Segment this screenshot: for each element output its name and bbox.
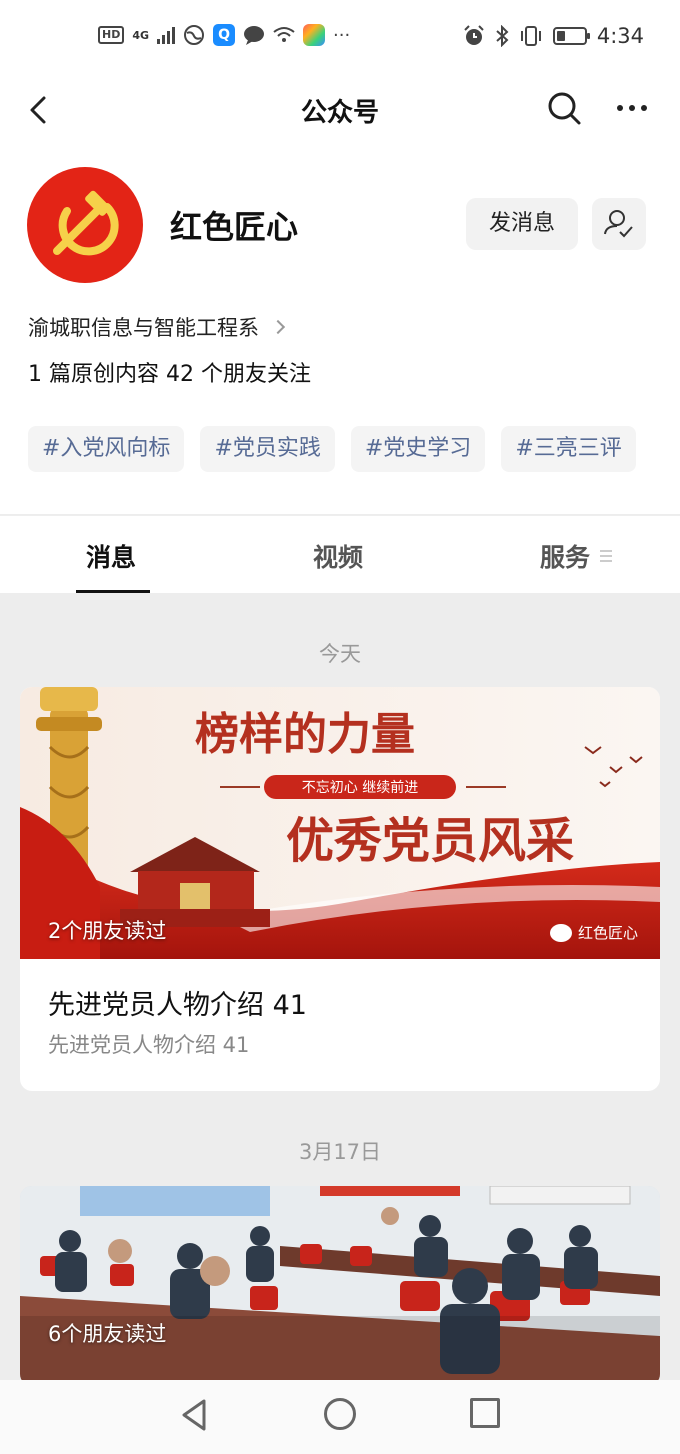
status-right: 4:34 [463, 24, 644, 48]
cover-watermark: 红色匠心 [549, 922, 638, 943]
account-stats: 1 篇原创内容 42 个朋友关注 [28, 362, 311, 387]
system-nav-bar [0, 1380, 680, 1454]
topic-tag[interactable]: #三亮三评 [501, 426, 636, 472]
cover-subtitle: 优秀党员风采 [286, 813, 574, 869]
wifi-icon [273, 27, 295, 42]
article-cover-image: 不忘初心 继续前进 榜样的力量 优秀党员风采 2个朋友读过 红色匠心 [20, 687, 660, 959]
clock: 4:34 [596, 24, 644, 48]
user-check-icon [604, 210, 633, 238]
tab-videos[interactable]: 视频 [313, 538, 363, 574]
vibrate-icon [520, 26, 541, 46]
tab-services[interactable]: 服务 [540, 538, 590, 574]
system-recents-icon[interactable] [470, 1398, 500, 1428]
browser-app-icon: Q [213, 24, 236, 46]
account-profile: 红色匠心 发消息 渝城职信息与智能工程系 1 篇原创内容 42 个朋友关注 #入… [0, 140, 680, 514]
date-separator: 今天 [319, 642, 361, 666]
avatar[interactable] [27, 167, 143, 283]
send-message-button[interactable]: 发消息 [466, 198, 578, 250]
wechat-icon [549, 923, 572, 942]
meeting-photo [20, 1186, 660, 1386]
article-card[interactable]: 6个朋友读过 [20, 1186, 660, 1386]
cover-title: 榜样的力量 [195, 709, 415, 760]
organization-link[interactable]: 渝城职信息与智能工程系 [28, 312, 286, 342]
signal-icon [157, 26, 176, 44]
cover-slogan: 不忘初心 继续前进 [302, 779, 418, 796]
topic-tag[interactable]: #入党风向标 [28, 426, 185, 472]
topic-tag[interactable]: #党史学习 [350, 426, 486, 472]
content-tabs: 消息 视频 服务 [0, 515, 680, 593]
chevron-right-icon [270, 319, 286, 335]
bluetooth-icon [496, 25, 509, 47]
hd-indicator: HD [98, 26, 125, 44]
topic-tags: #入党风向标 #党员实践 #党史学习 #三亮三评 [28, 426, 636, 472]
search-icon[interactable] [544, 88, 584, 128]
network-type: 4G [132, 28, 150, 42]
follow-button[interactable] [592, 198, 646, 250]
system-back-icon[interactable] [180, 1398, 210, 1432]
nav-bar: 公众号 [0, 80, 680, 140]
organization-name: 渝城职信息与智能工程系 [28, 316, 259, 340]
battery-icon [552, 27, 590, 45]
article-title: 先进党员人物介绍 41 [48, 990, 307, 1021]
more-notifications: ··· [333, 24, 351, 46]
article-summary: 先进党员人物介绍 41 [48, 1033, 250, 1057]
app-notification-icon [303, 24, 326, 46]
account-name: 红色匠心 [170, 208, 299, 246]
friends-read-badge: 6个朋友读过 [48, 1322, 167, 1346]
article-card[interactable]: 不忘初心 继续前进 榜样的力量 优秀党员风采 2个朋友读过 红色匠心 先进党员人… [20, 687, 660, 1091]
more-options-icon[interactable] [612, 88, 652, 128]
menu-icon [600, 550, 612, 562]
watermark-text: 红色匠心 [577, 924, 638, 942]
globe-icon [184, 25, 205, 45]
tab-messages[interactable]: 消息 [86, 538, 136, 574]
topic-tag[interactable]: #党员实践 [200, 426, 335, 472]
system-home-icon[interactable] [324, 1398, 356, 1430]
alarm-icon [464, 25, 484, 45]
status-bar: HD 4G Q ··· 4:34 [0, 0, 680, 80]
active-tab-indicator [76, 590, 150, 593]
hammer-sickle-emblem [53, 190, 119, 256]
friends-read-badge: 2个朋友读过 [48, 919, 167, 943]
status-left: HD 4G Q ··· [98, 24, 350, 46]
date-separator: 3月17日 [298, 1140, 382, 1164]
article-cover-image: 6个朋友读过 [20, 1186, 660, 1386]
chat-bubble-icon [244, 26, 265, 45]
